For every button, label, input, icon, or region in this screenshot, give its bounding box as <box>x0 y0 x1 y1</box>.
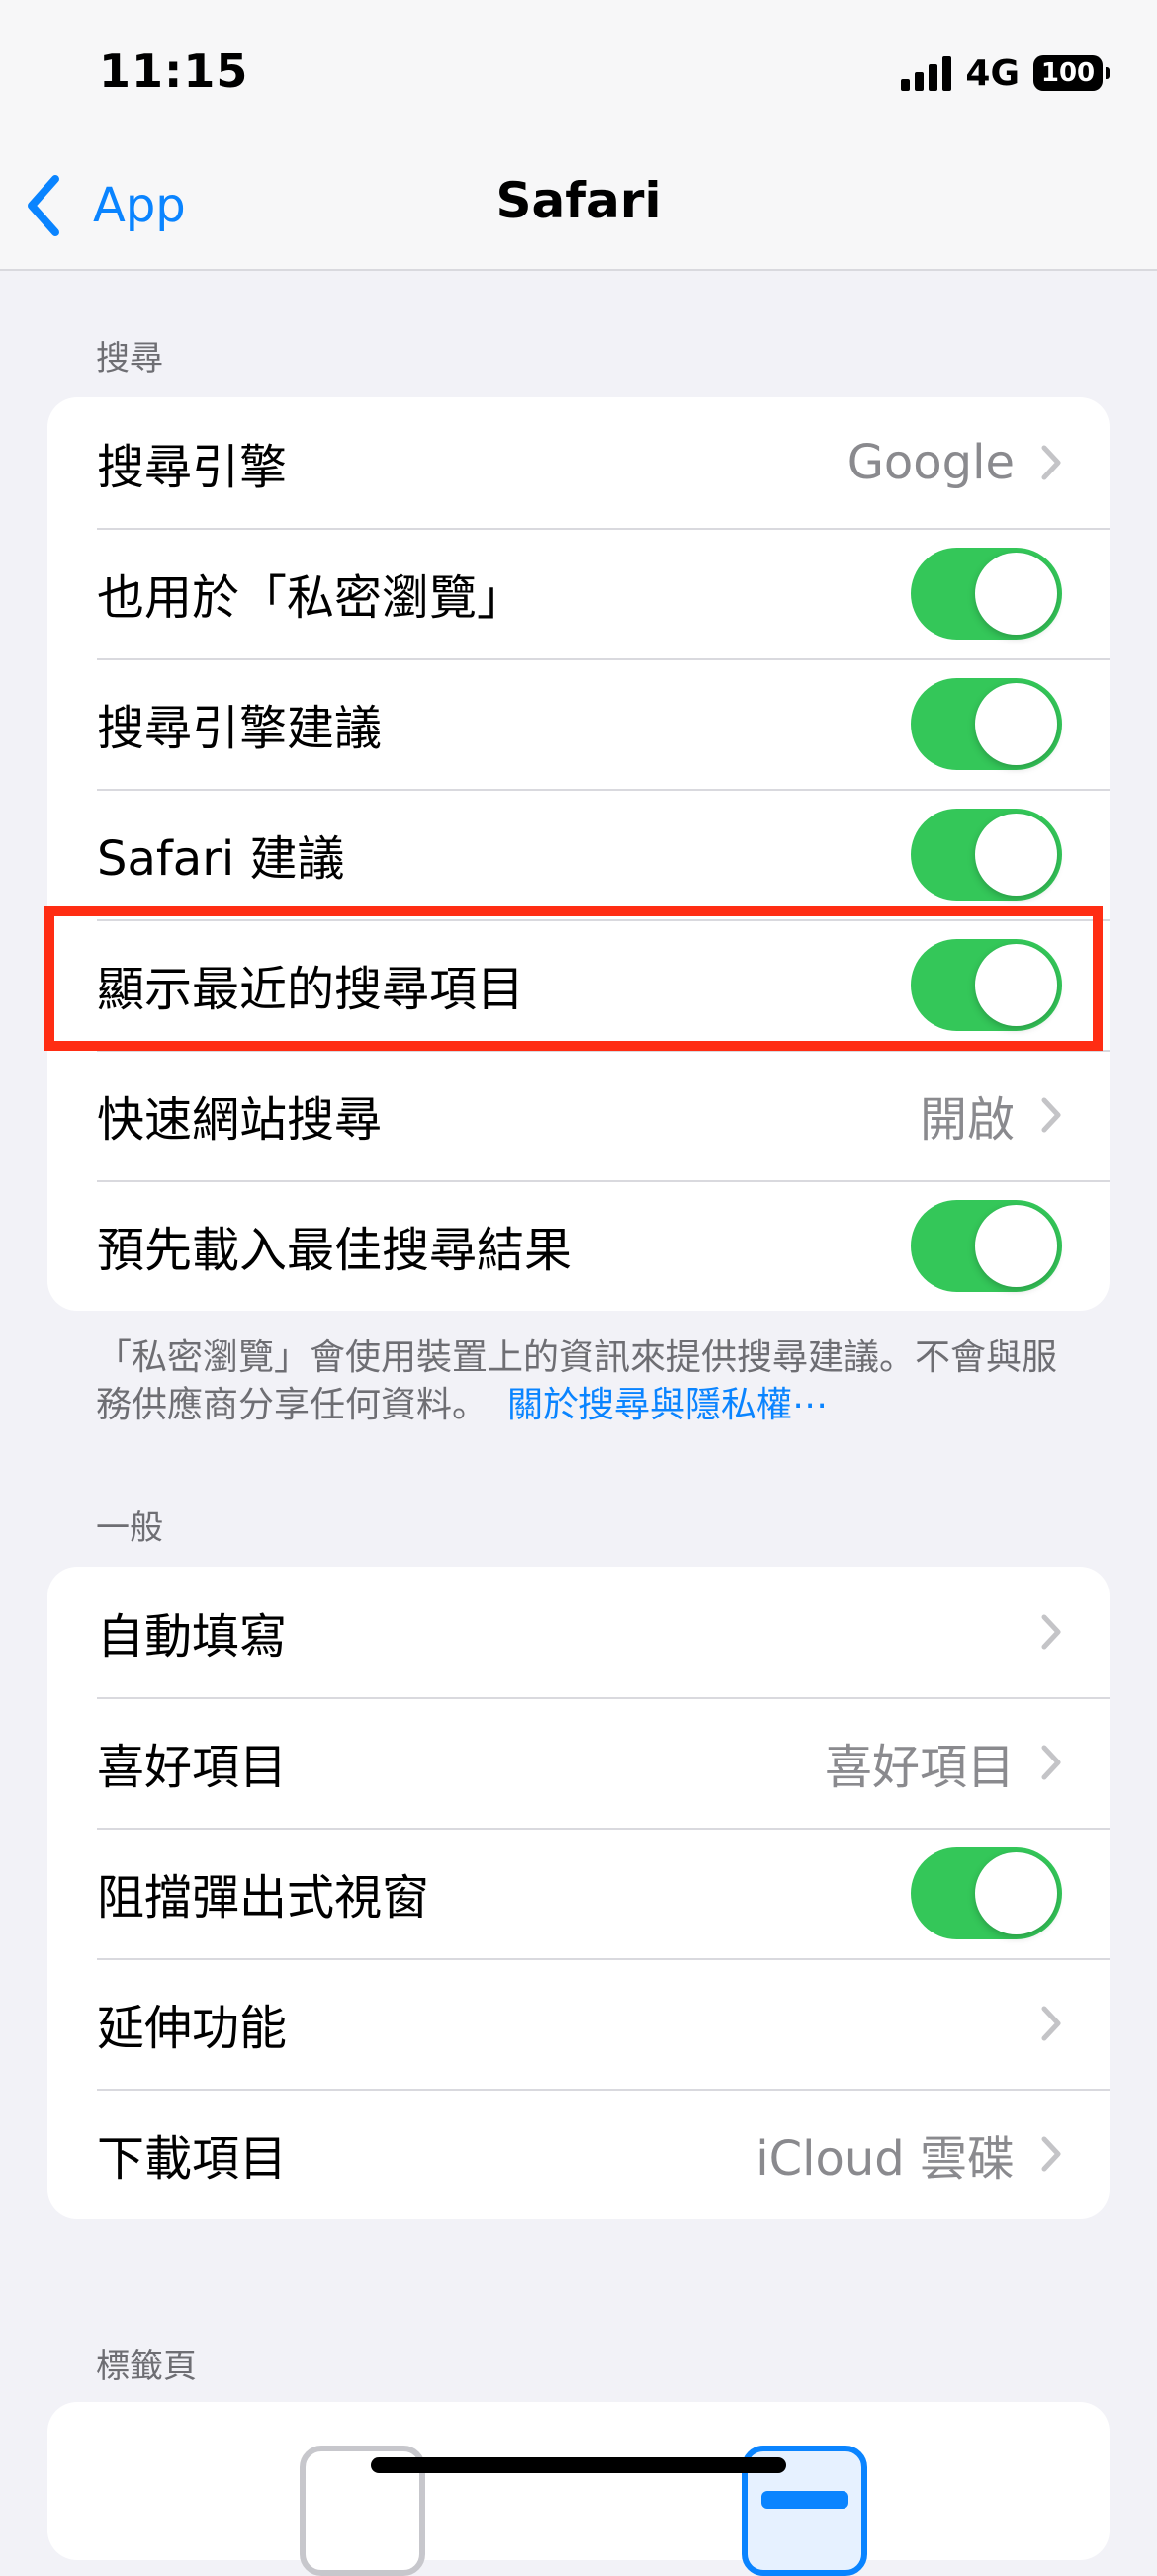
page-title: Safari <box>495 172 662 229</box>
cellular-signal-icon <box>901 55 952 91</box>
row-safari-suggestions: Safari 建議 <box>47 789 1110 919</box>
row-value: 開啟 <box>919 1092 1015 1148</box>
row-label: 搜尋引擎 <box>97 440 288 495</box>
general-settings-group: 自動填寫 喜好項目 喜好項目 阻擋彈出式視窗 延伸功能 下載項目 iCloud … <box>47 1567 1110 2219</box>
toggle-knob <box>975 1204 1057 1287</box>
row-label: 阻擋彈出式視窗 <box>97 1870 430 1926</box>
row-value: Google <box>846 435 1015 490</box>
private-browsing-toggle[interactable] <box>911 547 1062 640</box>
status-time: 11:15 <box>99 44 249 98</box>
row-label: 搜尋引擎建議 <box>97 701 383 756</box>
row-extensions[interactable]: 延伸功能 <box>47 1958 1110 2089</box>
toggle-knob <box>975 1851 1057 1934</box>
row-value: iCloud 雲碟 <box>756 2131 1015 2187</box>
row-quick-website-search[interactable]: 快速網站搜尋 開啟 <box>47 1050 1110 1180</box>
network-type: 4G <box>965 52 1020 94</box>
row-label: 顯示最近的搜尋項目 <box>97 962 525 1017</box>
navigation-bar: App Safari <box>0 148 1157 271</box>
row-label: Safari 建議 <box>97 831 345 887</box>
status-bar: 11:15 4G 100 <box>0 0 1157 148</box>
section-header-search: 搜尋 <box>96 339 163 379</box>
row-private-browsing: 也用於「私密瀏覽」 <box>47 528 1110 658</box>
chevron-right-icon <box>1041 445 1061 480</box>
chevron-right-icon <box>1041 1097 1061 1133</box>
chevron-right-icon <box>1041 1745 1061 1780</box>
row-label: 自動填寫 <box>97 1609 288 1665</box>
row-search-engine-suggestions: 搜尋引擎建議 <box>47 658 1110 789</box>
chevron-right-icon <box>1041 1614 1061 1650</box>
preload-top-hit-toggle[interactable] <box>911 1199 1062 1292</box>
chevron-right-icon <box>1041 2006 1061 2041</box>
chevron-right-icon <box>1041 2136 1061 2172</box>
row-downloads[interactable]: 下載項目 iCloud 雲碟 <box>47 2089 1110 2219</box>
row-search-engine[interactable]: 搜尋引擎 Google <box>47 397 1110 528</box>
block-popups-toggle[interactable] <box>911 1846 1062 1939</box>
row-favorites[interactable]: 喜好項目 喜好項目 <box>47 1697 1110 1828</box>
row-preload-top-hit: 預先載入最佳搜尋結果 <box>47 1180 1110 1311</box>
search-privacy-link[interactable]: 關於搜尋與隱私權⋯ <box>507 1385 828 1425</box>
battery-icon: 100 <box>1033 55 1110 91</box>
toggle-knob <box>975 552 1057 635</box>
row-label: 延伸功能 <box>97 2001 288 2056</box>
row-value: 喜好項目 <box>824 1740 1015 1795</box>
safari-suggestions-toggle[interactable] <box>911 808 1062 901</box>
section-header-general: 一般 <box>96 1508 163 1548</box>
search-footnote: 「私密瀏覽」會使用裝置上的資訊來提供搜尋建議。不會與服務供應商分享任何資料。 關於… <box>96 1334 1085 1429</box>
toggle-knob <box>975 943 1057 1026</box>
show-recent-searches-toggle[interactable] <box>911 938 1062 1031</box>
section-header-tabs: 標籤頁 <box>96 2347 197 2386</box>
row-block-popups: 阻擋彈出式視窗 <box>47 1828 1110 1958</box>
row-label: 喜好項目 <box>97 1740 288 1795</box>
row-label: 快速網站搜尋 <box>97 1092 383 1148</box>
row-label: 下載項目 <box>97 2131 288 2187</box>
toggle-knob <box>975 813 1057 896</box>
home-indicator[interactable] <box>371 2457 786 2473</box>
status-indicators: 4G 100 <box>901 49 1110 97</box>
battery-level: 100 <box>1040 58 1096 88</box>
search-engine-suggestions-toggle[interactable] <box>911 677 1062 770</box>
toggle-knob <box>975 682 1057 765</box>
search-settings-group: 搜尋引擎 Google 也用於「私密瀏覽」 搜尋引擎建議 Safari 建議 顯… <box>47 397 1110 1311</box>
tab-layout-picker <box>47 2402 1110 2576</box>
row-label: 也用於「私密瀏覽」 <box>97 570 525 626</box>
row-show-recent-searches: 顯示最近的搜尋項目 <box>47 919 1110 1050</box>
row-label: 預先載入最佳搜尋結果 <box>97 1223 573 1278</box>
row-autofill[interactable]: 自動填寫 <box>47 1567 1110 1697</box>
